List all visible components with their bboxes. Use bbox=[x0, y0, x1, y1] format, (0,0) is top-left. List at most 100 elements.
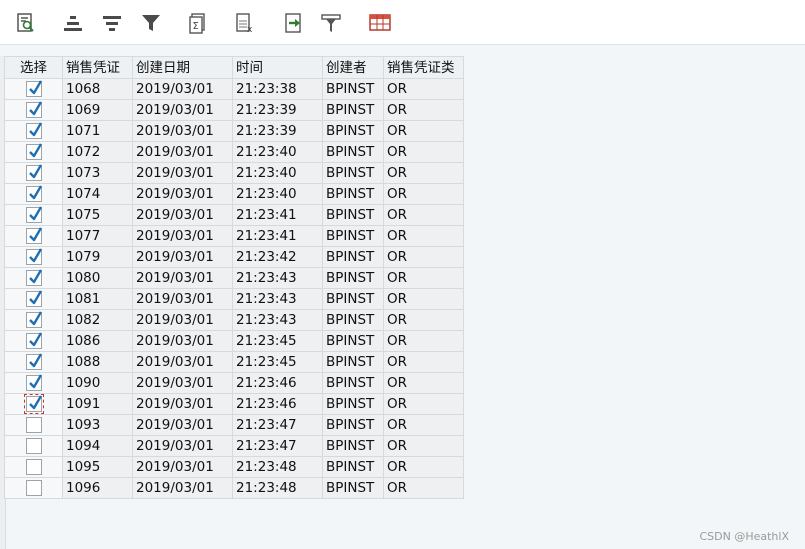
created-on-cell[interactable]: 2019/03/01 bbox=[132, 120, 233, 142]
sales-doc-cell[interactable]: 1069 bbox=[62, 99, 133, 121]
time-cell[interactable]: 21:23:40 bbox=[232, 162, 323, 184]
time-cell[interactable]: 21:23:46 bbox=[232, 393, 323, 415]
doc-type-cell[interactable]: OR bbox=[383, 456, 464, 478]
created-on-cell[interactable]: 2019/03/01 bbox=[132, 78, 233, 100]
doc-type-cell[interactable]: OR bbox=[383, 435, 464, 457]
time-cell[interactable]: 21:23:43 bbox=[232, 309, 323, 331]
sales-doc-cell[interactable]: 1080 bbox=[62, 267, 133, 289]
row-select-checkbox[interactable] bbox=[25, 122, 42, 139]
row-select-checkbox[interactable] bbox=[25, 164, 42, 181]
select-cell[interactable] bbox=[4, 456, 63, 478]
sales-doc-cell[interactable]: 1081 bbox=[62, 288, 133, 310]
row-select-checkbox[interactable] bbox=[25, 311, 42, 328]
created-on-cell[interactable]: 2019/03/01 bbox=[132, 393, 233, 415]
sales-doc-cell[interactable]: 1077 bbox=[62, 225, 133, 247]
row-select-checkbox[interactable] bbox=[25, 417, 42, 433]
sales-doc-cell[interactable]: 1091 bbox=[62, 393, 133, 415]
sort-descending-button[interactable] bbox=[99, 10, 125, 36]
column-header-sales-doc[interactable]: 销售凭证 bbox=[62, 56, 133, 79]
select-cell[interactable] bbox=[4, 351, 63, 373]
time-cell[interactable]: 21:23:45 bbox=[232, 351, 323, 373]
sort-ascending-button[interactable] bbox=[60, 10, 86, 36]
row-select-checkbox[interactable] bbox=[25, 459, 42, 475]
select-cell[interactable] bbox=[4, 288, 63, 310]
time-cell[interactable]: 21:23:48 bbox=[232, 477, 323, 499]
created-on-cell[interactable]: 2019/03/01 bbox=[132, 141, 233, 163]
row-select-checkbox[interactable] bbox=[25, 80, 42, 97]
select-cell[interactable] bbox=[4, 225, 63, 247]
row-select-checkbox[interactable] bbox=[25, 101, 42, 118]
table-row[interactable]: 1094 2019/03/01 21:23:47 BPINST OR bbox=[4, 435, 464, 457]
time-cell[interactable]: 21:23:41 bbox=[232, 225, 323, 247]
print-preview-button[interactable] bbox=[318, 10, 344, 36]
table-row[interactable]: 1086 2019/03/01 21:23:45 BPINST OR bbox=[4, 330, 464, 352]
table-row[interactable]: 1077 2019/03/01 21:23:41 BPINST OR bbox=[4, 225, 464, 247]
time-cell[interactable]: 21:23:46 bbox=[232, 372, 323, 394]
time-cell[interactable]: 21:23:38 bbox=[232, 78, 323, 100]
row-select-checkbox[interactable] bbox=[25, 206, 42, 223]
row-select-checkbox[interactable] bbox=[25, 438, 42, 454]
select-cell[interactable] bbox=[4, 99, 63, 121]
column-header-time[interactable]: 时间 bbox=[232, 56, 323, 79]
doc-type-cell[interactable]: OR bbox=[383, 309, 464, 331]
doc-type-cell[interactable]: OR bbox=[383, 120, 464, 142]
sales-doc-cell[interactable]: 1086 bbox=[62, 330, 133, 352]
doc-type-cell[interactable]: OR bbox=[383, 246, 464, 268]
row-select-checkbox[interactable] bbox=[23, 394, 44, 414]
created-on-cell[interactable]: 2019/03/01 bbox=[132, 183, 233, 205]
doc-type-cell[interactable]: OR bbox=[383, 267, 464, 289]
time-cell[interactable]: 21:23:39 bbox=[232, 99, 323, 121]
time-cell[interactable]: 21:23:45 bbox=[232, 330, 323, 352]
doc-type-cell[interactable]: OR bbox=[383, 204, 464, 226]
select-cell[interactable] bbox=[4, 477, 63, 499]
table-row[interactable]: 1072 2019/03/01 21:23:40 BPINST OR bbox=[4, 141, 464, 163]
doc-type-cell[interactable]: OR bbox=[383, 351, 464, 373]
doc-type-cell[interactable]: OR bbox=[383, 477, 464, 499]
created-by-cell[interactable]: BPINST bbox=[322, 330, 384, 352]
created-by-cell[interactable]: BPINST bbox=[322, 288, 384, 310]
time-cell[interactable]: 21:23:47 bbox=[232, 414, 323, 436]
row-select-checkbox[interactable] bbox=[25, 332, 42, 349]
table-row[interactable]: 1096 2019/03/01 21:23:48 BPINST OR bbox=[4, 477, 464, 499]
created-by-cell[interactable]: BPINST bbox=[322, 393, 384, 415]
created-by-cell[interactable]: BPINST bbox=[322, 120, 384, 142]
sales-doc-cell[interactable]: 1072 bbox=[62, 141, 133, 163]
column-header-doc-type[interactable]: 销售凭证类 bbox=[383, 56, 464, 79]
created-by-cell[interactable]: BPINST bbox=[322, 435, 384, 457]
doc-type-cell[interactable]: OR bbox=[383, 414, 464, 436]
select-cell[interactable] bbox=[4, 393, 63, 415]
doc-type-cell[interactable]: OR bbox=[383, 330, 464, 352]
table-row[interactable]: 1088 2019/03/01 21:23:45 BPINST OR bbox=[4, 351, 464, 373]
table-row[interactable]: 1091 2019/03/01 21:23:46 BPINST OR bbox=[4, 393, 464, 415]
created-on-cell[interactable]: 2019/03/01 bbox=[132, 288, 233, 310]
time-cell[interactable]: 21:23:40 bbox=[232, 183, 323, 205]
sales-doc-cell[interactable]: 1074 bbox=[62, 183, 133, 205]
created-on-cell[interactable]: 2019/03/01 bbox=[132, 267, 233, 289]
sales-doc-cell[interactable]: 1090 bbox=[62, 372, 133, 394]
row-select-checkbox[interactable] bbox=[25, 353, 42, 370]
created-by-cell[interactable]: BPINST bbox=[322, 246, 384, 268]
doc-type-cell[interactable]: OR bbox=[383, 141, 464, 163]
created-on-cell[interactable]: 2019/03/01 bbox=[132, 372, 233, 394]
created-by-cell[interactable]: BPINST bbox=[322, 141, 384, 163]
select-cell[interactable] bbox=[4, 120, 63, 142]
sales-doc-cell[interactable]: 1071 bbox=[62, 120, 133, 142]
table-row[interactable]: 1075 2019/03/01 21:23:41 BPINST OR bbox=[4, 204, 464, 226]
table-row[interactable]: 1073 2019/03/01 21:23:40 BPINST OR bbox=[4, 162, 464, 184]
created-by-cell[interactable]: BPINST bbox=[322, 162, 384, 184]
subtotal-button[interactable]: x bbox=[232, 10, 258, 36]
select-cell[interactable] bbox=[4, 204, 63, 226]
table-row[interactable]: 1069 2019/03/01 21:23:39 BPINST OR bbox=[4, 99, 464, 121]
select-cell[interactable] bbox=[4, 78, 63, 100]
table-row[interactable]: 1080 2019/03/01 21:23:43 BPINST OR bbox=[4, 267, 464, 289]
row-select-checkbox[interactable] bbox=[25, 480, 42, 496]
doc-type-cell[interactable]: OR bbox=[383, 288, 464, 310]
row-select-checkbox[interactable] bbox=[25, 185, 42, 202]
created-by-cell[interactable]: BPINST bbox=[322, 99, 384, 121]
created-by-cell[interactable]: BPINST bbox=[322, 225, 384, 247]
row-select-checkbox[interactable] bbox=[25, 374, 42, 391]
table-row[interactable]: 1093 2019/03/01 21:23:47 BPINST OR bbox=[4, 414, 464, 436]
sales-doc-cell[interactable]: 1096 bbox=[62, 477, 133, 499]
select-cell[interactable] bbox=[4, 162, 63, 184]
select-cell[interactable] bbox=[4, 267, 63, 289]
